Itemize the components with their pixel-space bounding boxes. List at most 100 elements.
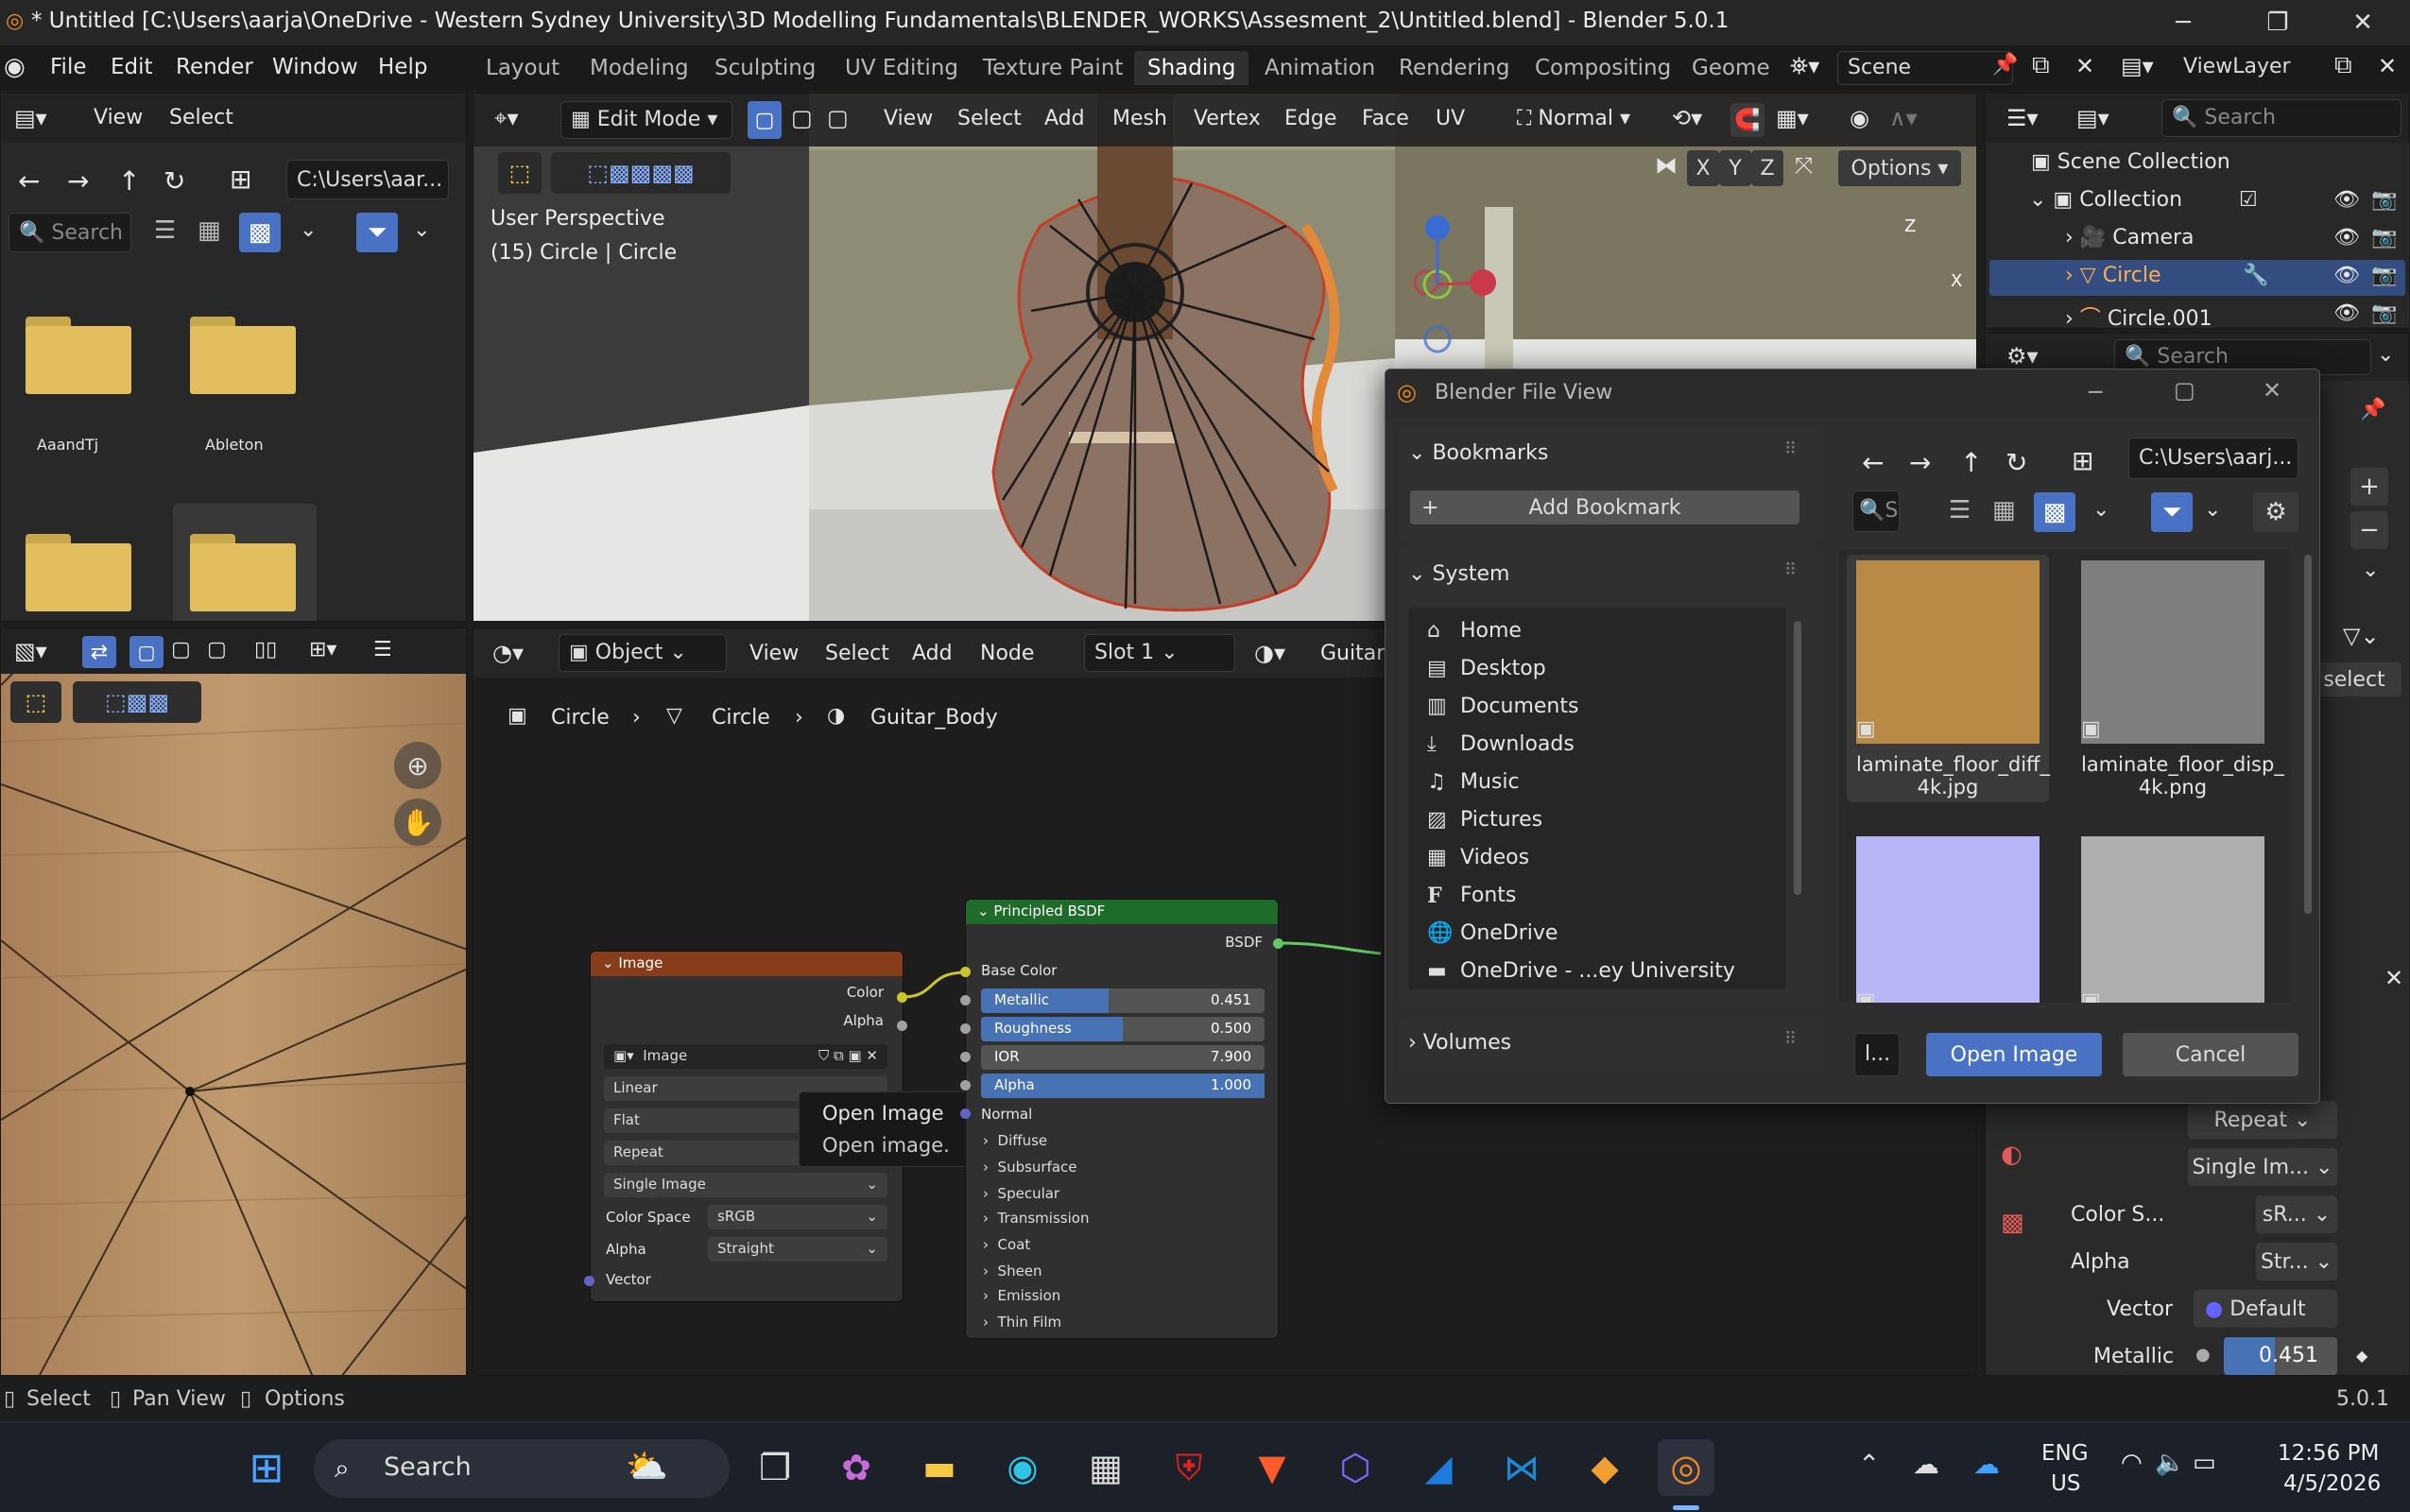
tool-select-box[interactable]: ⬚ xyxy=(10,681,61,723)
folder-icon[interactable] xyxy=(26,317,131,394)
dlg-display-chevron-icon[interactable]: ⌄ xyxy=(2092,498,2109,522)
image-alpha-socket[interactable] xyxy=(897,1021,907,1031)
source-dropdown[interactable]: Single Im... ⌄ xyxy=(2188,1148,2337,1186)
roughness-socket[interactable] xyxy=(960,1023,971,1034)
fb-menu-view[interactable]: View xyxy=(94,106,143,129)
metallic-slider[interactable]: Metallic 0.451 xyxy=(981,988,1265,1013)
edge-select-icon[interactable]: ▢ xyxy=(171,638,191,662)
wifi-icon[interactable]: ◠ xyxy=(2121,1449,2143,1477)
scene-collection-row[interactable]: ▣ Scene Collection xyxy=(2031,150,2230,174)
color-space-dropdown[interactable]: sRGB ⌄ xyxy=(708,1205,887,1229)
mirror-z-toggle[interactable]: Z xyxy=(1751,150,1783,186)
dlg-search-field[interactable]: 🔍S xyxy=(1852,490,1900,532)
volumes-header[interactable]: › Volumes xyxy=(1408,1031,1511,1055)
tab-uv-editing[interactable]: UV Editing xyxy=(832,51,972,85)
tray-chevron-icon[interactable]: ⌃ xyxy=(1858,1449,1880,1480)
remove-slot-icon[interactable]: − xyxy=(2350,511,2388,549)
filename-field[interactable]: l... xyxy=(1854,1033,1900,1076)
coat-panel[interactable]: › Coat xyxy=(983,1236,1030,1253)
bookmarks-header[interactable]: ⌄ Bookmarks xyxy=(1408,441,1548,465)
filter-icon[interactable]: ⏷ xyxy=(356,213,398,252)
mirror-icon[interactable]: ⧓ xyxy=(1655,152,1678,179)
snap-target-icon[interactable]: ▦▾ xyxy=(1776,105,1809,131)
close-x-icon[interactable]: ✕ xyxy=(2384,965,2403,991)
new-folder-icon[interactable]: ⊞ xyxy=(230,163,251,195)
edge-icon[interactable]: ◉ xyxy=(994,1439,1051,1496)
file-thumb[interactable]: ▣ laminate_floor_disp_ 4k.png xyxy=(2081,560,2284,799)
image-node-header[interactable]: ⌄ Image xyxy=(591,952,903,976)
drag-handle-icon[interactable]: ⠿ xyxy=(1784,1029,1797,1049)
camera-row[interactable]: › 🎥 Camera xyxy=(2065,226,2195,249)
sys-onedrive[interactable]: OneDrive xyxy=(1460,921,1558,945)
vp-menu-mesh[interactable]: Mesh xyxy=(1112,107,1167,130)
mcafee-icon[interactable]: ⛨ xyxy=(1161,1439,1217,1496)
uv-editor-type-icon[interactable]: ▧▾ xyxy=(14,638,47,664)
principled-bsdf-node[interactable]: ⌄ Principled BSDF BSDF Base Color Metall… xyxy=(965,899,1279,1339)
vp-menu-select[interactable]: Select xyxy=(957,107,1022,130)
dlg-thumbnails-icon[interactable]: ▩ xyxy=(2034,492,2075,532)
mirror-y-toggle[interactable]: Y xyxy=(1719,150,1751,186)
tab-layout[interactable]: Layout xyxy=(473,51,573,85)
dlg-refresh-icon[interactable]: ↻ xyxy=(2005,447,2027,478)
dialog-maximize-icon[interactable]: ▢ xyxy=(2174,377,2195,404)
store-icon[interactable]: ▦ xyxy=(1077,1439,1134,1496)
folder-icon[interactable] xyxy=(26,534,131,611)
lang-eng[interactable]: ENG xyxy=(2041,1441,2089,1466)
alpha-socket[interactable] xyxy=(960,1080,971,1091)
metallic-socket-icon[interactable]: ● xyxy=(2195,1345,2211,1365)
texture-tab-icon[interactable]: ▩ xyxy=(2001,1209,2024,1237)
menu-help[interactable]: Help xyxy=(378,55,427,79)
remove-scene-icon[interactable]: ✕ xyxy=(2075,53,2094,79)
metallic-socket[interactable] xyxy=(960,995,971,1005)
sys-home[interactable]: Home xyxy=(1460,619,1522,643)
battery-icon[interactable]: ▭ xyxy=(2193,1449,2216,1477)
bsdf-output-socket[interactable] xyxy=(1273,938,1283,949)
hamburger-icon[interactable]: ☰ xyxy=(373,638,392,662)
repeat-dropdown[interactable]: Repeat ⌄ xyxy=(2188,1101,2337,1139)
circle-row[interactable]: › ▽ Circle xyxy=(2065,264,2160,287)
properties-editor-icon[interactable]: ⚙▾ xyxy=(2006,343,2039,369)
vp-menu-add[interactable]: Add xyxy=(1044,107,1085,130)
eye-icon[interactable]: 👁 xyxy=(2333,226,2360,249)
menu-edit[interactable]: Edit xyxy=(111,55,153,79)
color-space-dropdown[interactable]: sR... ⌄ xyxy=(2256,1195,2337,1233)
menu-render[interactable]: Render xyxy=(176,55,253,79)
ior-socket[interactable] xyxy=(960,1052,971,1062)
dlg-new-folder-icon[interactable]: ⊞ xyxy=(2072,445,2093,476)
transmission-panel[interactable]: › Transmission xyxy=(983,1210,1089,1227)
file-thumb[interactable]: ▣ xyxy=(2081,836,2264,1003)
folder-icon[interactable] xyxy=(190,534,296,611)
pan-hand-icon[interactable]: ✋ xyxy=(394,799,441,846)
vp-menu-vertex[interactable]: Vertex xyxy=(1194,107,1261,130)
vp-menu-view[interactable]: View xyxy=(884,107,933,130)
blender-taskbar-icon[interactable]: ◎ xyxy=(1658,1439,1714,1496)
drag-handle-icon[interactable]: ⠿ xyxy=(1784,439,1797,459)
sticky-select-icon[interactable]: ⊞▾ xyxy=(309,638,336,662)
tab-animation[interactable]: Animation xyxy=(1251,51,1388,85)
dlg-settings-gear-icon[interactable]: ⚙ xyxy=(2253,492,2298,532)
scene-field[interactable]: Scene xyxy=(1837,51,2013,85)
vp-menu-edge[interactable]: Edge xyxy=(1284,107,1336,130)
copilot-icon[interactable]: ✿ xyxy=(828,1439,885,1496)
tab-rendering[interactable]: Rendering xyxy=(1386,51,1523,85)
render-icon[interactable]: 📷 xyxy=(2371,226,2397,249)
list-horizontal-icon[interactable]: ▦ xyxy=(198,216,221,245)
vp-select-modes[interactable]: ⬚▩▩▩▩ xyxy=(551,152,731,194)
file-grid-scrollbar[interactable] xyxy=(2304,555,2312,914)
vpn-icon[interactable]: ⬡ xyxy=(1327,1439,1384,1496)
snap-icon[interactable]: 🧲 xyxy=(1730,103,1764,137)
file-thumb[interactable]: ▣ xyxy=(1856,836,2040,1003)
auto-merge-icon[interactable]: ⤧ xyxy=(1795,152,1813,179)
sys-fonts[interactable]: Fonts xyxy=(1460,884,1516,907)
ior-slider[interactable]: IOR 7.900 xyxy=(981,1045,1265,1070)
vp-menu-uv[interactable]: UV xyxy=(1436,107,1465,130)
tab-shading[interactable]: Shading xyxy=(1134,51,1249,85)
clock-date[interactable]: 4/5/2026 xyxy=(2283,1471,2381,1496)
new-scene-icon[interactable]: ⧉ xyxy=(2032,51,2050,80)
open-image-button[interactable]: Open Image xyxy=(1926,1033,2102,1076)
dlg-list-vertical-icon[interactable]: ☰ xyxy=(1949,496,1971,524)
sheen-panel[interactable]: › Sheen xyxy=(983,1263,1042,1280)
clock-time[interactable]: 12:56 PM xyxy=(2278,1441,2379,1466)
proportional-icon[interactable]: ◉ xyxy=(1850,105,1869,131)
diffuse-panel[interactable]: › Diffuse xyxy=(983,1132,1047,1149)
